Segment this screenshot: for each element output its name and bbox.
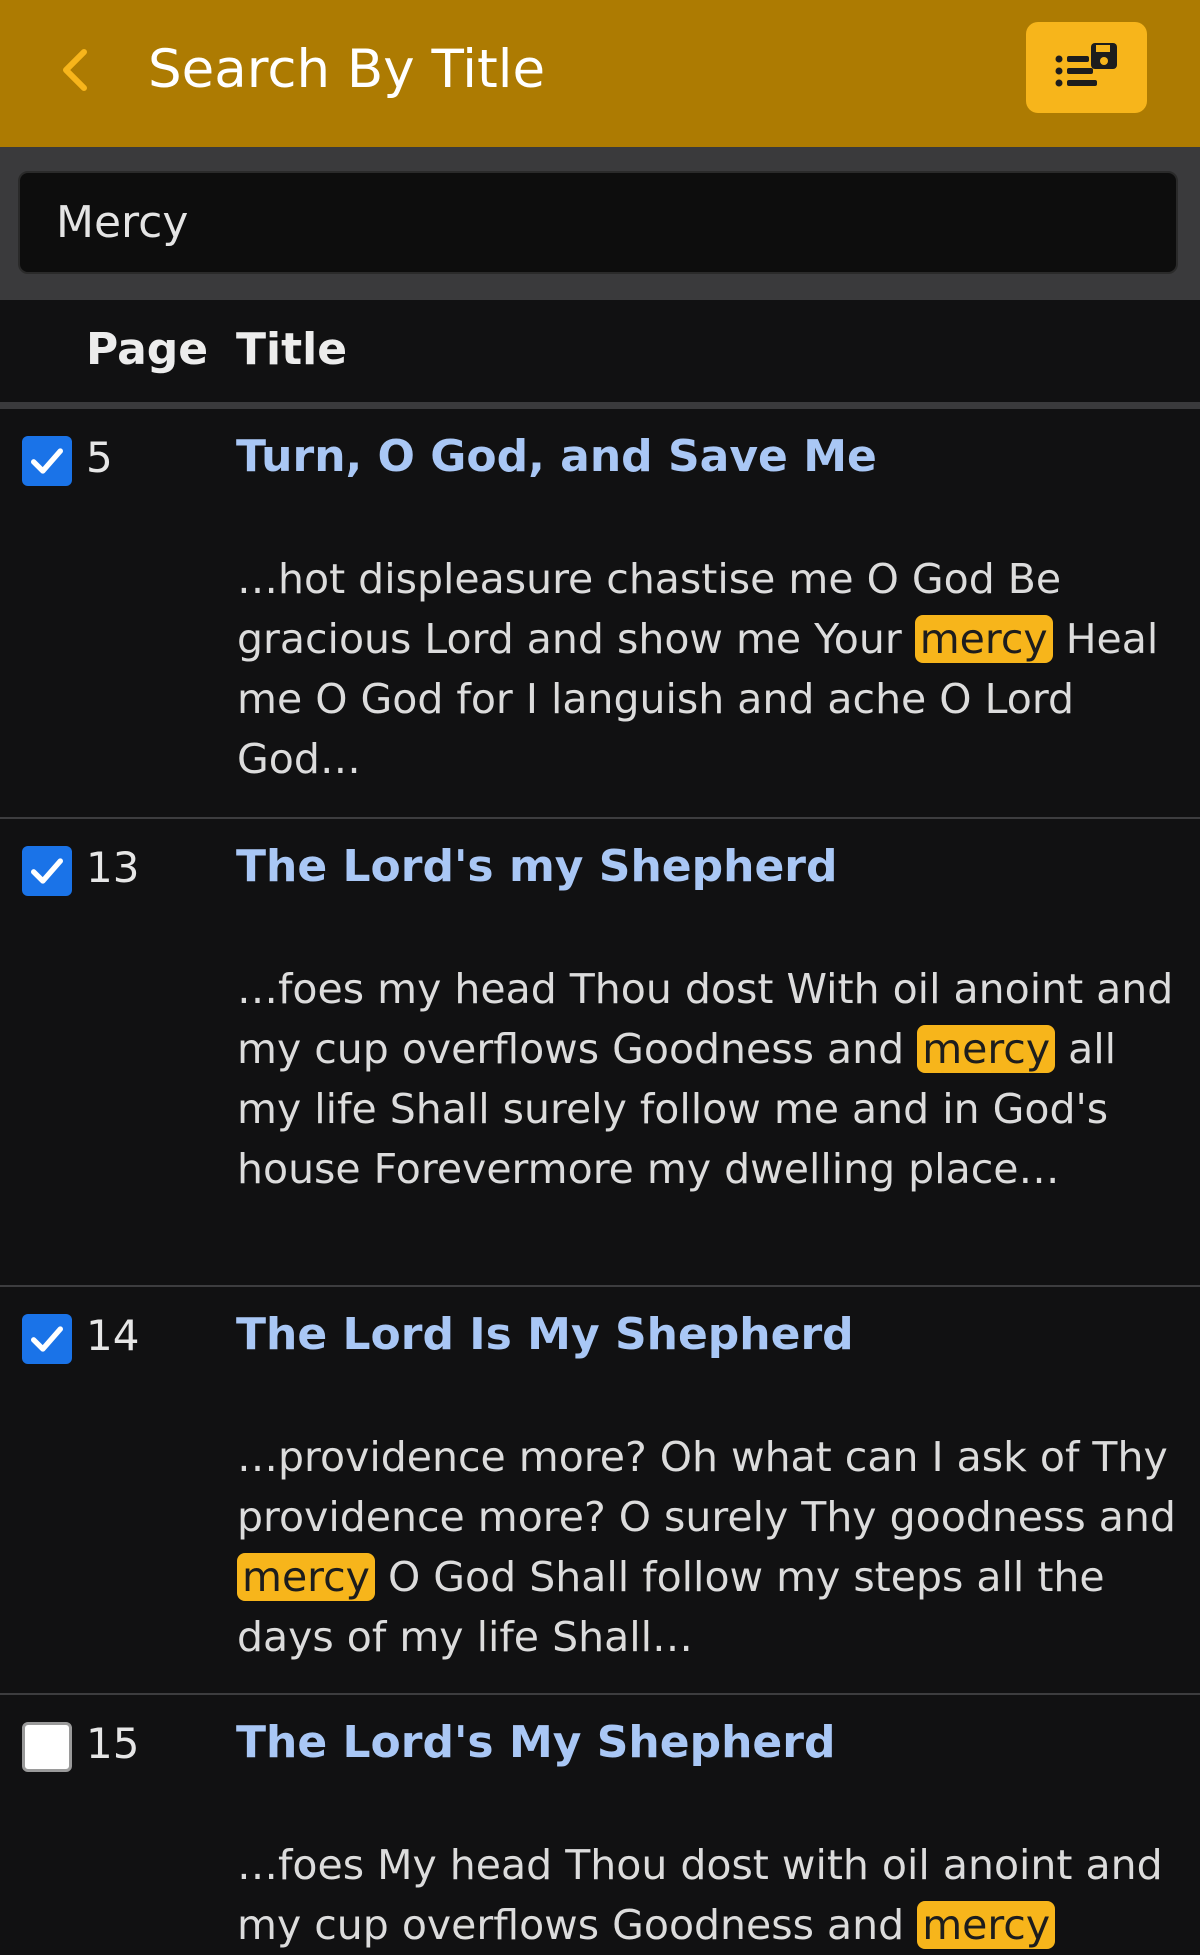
list-save-icon <box>1055 42 1117 86</box>
row-page-number: 14 <box>86 1311 140 1360</box>
column-header-title: Title <box>236 324 348 375</box>
back-button[interactable] <box>50 40 100 100</box>
row-checkbox[interactable] <box>22 436 72 486</box>
results-list: 5 Turn, O God, and Save Me …hot displeas… <box>0 409 1200 1955</box>
table-row[interactable]: 13 The Lord's my Shepherd …foes my head … <box>0 819 1200 1287</box>
check-icon <box>30 858 63 884</box>
search-input[interactable] <box>18 171 1178 274</box>
row-snippet: …foes My head Thou dost with oil anoint … <box>237 1835 1187 1955</box>
table-header: Page Title <box>0 300 1200 409</box>
row-title-link[interactable]: The Lord's My Shepherd <box>236 1717 835 1768</box>
table-row[interactable]: 5 Turn, O God, and Save Me …hot displeas… <box>0 409 1200 819</box>
row-page-number: 13 <box>86 843 140 892</box>
row-checkbox[interactable] <box>22 1314 72 1364</box>
column-header-page: Page <box>86 324 209 375</box>
search-bar <box>0 147 1200 300</box>
chevron-left-icon <box>63 49 87 91</box>
row-checkbox[interactable] <box>22 846 72 896</box>
table-row[interactable]: 14 The Lord Is My Shepherd …providence m… <box>0 1287 1200 1695</box>
row-snippet: …hot displeasure chastise me O God Be gr… <box>237 549 1187 789</box>
save-list-button[interactable] <box>1026 22 1147 113</box>
row-checkbox[interactable] <box>22 1722 72 1772</box>
row-title-link[interactable]: The Lord's my Shepherd <box>236 841 838 892</box>
search-highlight: mercy <box>237 1553 375 1601</box>
table-row[interactable]: 15 The Lord's My Shepherd …foes My head … <box>0 1695 1200 1955</box>
check-icon <box>30 448 63 474</box>
page-title: Search By Title <box>148 39 546 100</box>
row-title-link[interactable]: The Lord Is My Shepherd <box>236 1309 854 1360</box>
row-snippet: …providence more? Oh what can I ask of T… <box>237 1427 1187 1667</box>
row-snippet: …foes my head Thou dost With oil anoint … <box>237 959 1187 1199</box>
search-highlight: mercy <box>914 615 1053 663</box>
snippet-text: …providence more? Oh what can I ask of T… <box>237 1433 1176 1541</box>
search-highlight: mercy <box>917 1901 1056 1949</box>
check-icon <box>30 1326 63 1352</box>
row-page-number: 5 <box>86 433 113 482</box>
row-title-link[interactable]: Turn, O God, and Save Me <box>236 431 877 482</box>
app-bar: Search By Title <box>0 0 1200 147</box>
search-highlight: mercy <box>917 1025 1056 1073</box>
row-page-number: 15 <box>86 1719 140 1768</box>
